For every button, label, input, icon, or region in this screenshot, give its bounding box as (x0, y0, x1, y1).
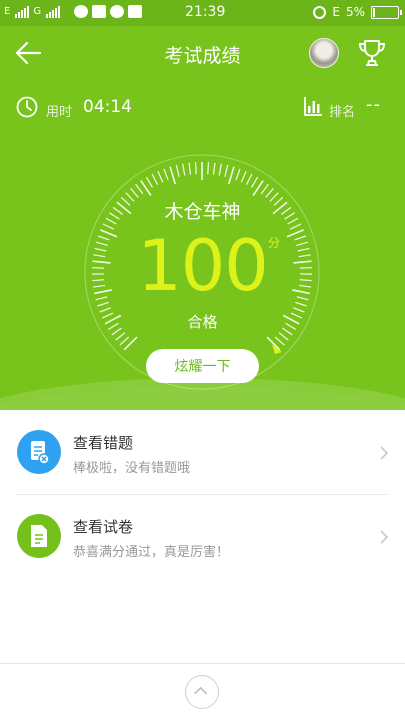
score-value: 100 (137, 225, 269, 307)
result-header: 考试成绩 用时 04:14 排名 -- 木仓车神 100 分 合格 炫耀一下 (0, 26, 405, 410)
dial-tick (218, 163, 222, 176)
dial-tick (227, 166, 235, 185)
chevron-right-icon (380, 446, 389, 460)
battery-percent: 5% (345, 5, 365, 19)
app-notification-icon (74, 5, 89, 18)
status-bar-left: E G (4, 5, 143, 18)
time-used-label: 用时 (46, 105, 73, 120)
dial-tick (119, 336, 130, 346)
dial-tick (182, 163, 186, 176)
list-item-title: 查看试卷 (73, 518, 134, 536)
paper-icon (17, 514, 61, 558)
page-title: 考试成绩 (164, 45, 241, 67)
list-item-subtitle: 恭喜满分通过，真是厉害！ (73, 545, 230, 560)
dial-tick (245, 173, 253, 185)
ranking-label: 排名 (329, 105, 356, 120)
list-item-wrong-questions[interactable]: 查看错题 棒极啦，没有错题哦 (0, 410, 405, 494)
dial-tick (224, 164, 229, 177)
wrong-questions-icon (17, 430, 61, 474)
network-type-1: E (4, 6, 11, 17)
dial-tick (169, 166, 177, 185)
dial-tick (157, 170, 164, 183)
avatar[interactable] (309, 38, 339, 68)
dial-tick (207, 162, 210, 175)
download-notification-icon (110, 5, 125, 18)
clock-icon (16, 96, 38, 118)
list-item-title: 查看错题 (73, 434, 134, 452)
sim-notification-icon (128, 5, 143, 18)
dial-tick (212, 162, 216, 175)
signal-icon (15, 5, 30, 18)
dial-tick (194, 162, 197, 175)
dial-tick (151, 173, 159, 185)
dial-tick (115, 332, 126, 341)
dial-tick (235, 168, 241, 181)
trophy-icon[interactable] (357, 38, 387, 68)
score-unit: 分 (268, 236, 281, 250)
chevron-right-icon (380, 530, 389, 544)
bottom-divider (0, 663, 405, 664)
score-pointer (272, 344, 282, 354)
ranking-chart-icon (304, 97, 322, 116)
status-time: 21:39 (185, 4, 226, 20)
status-bar: E G 21:39 E 5% (0, 0, 405, 26)
battery-icon (371, 5, 402, 19)
dial-tick (135, 183, 144, 195)
dial-tick (274, 336, 285, 346)
network-type-2: G (33, 6, 42, 17)
dial-tick (163, 168, 169, 181)
chevron-up-icon (194, 686, 207, 695)
network-type-right: E (332, 5, 340, 19)
list-item-view-paper[interactable]: 查看试卷 恭喜满分通过，真是厉害！ (0, 494, 405, 578)
signal-icon-2 (46, 5, 61, 18)
exam-result-screen: E G 21:39 E 5% 考试成绩 用时 04:14 排名 -- 木仓车神 … (0, 0, 405, 720)
dial-tick (175, 164, 180, 177)
dial-tick (278, 332, 289, 341)
dial-tick (145, 176, 153, 188)
dial-tick (251, 176, 259, 188)
ranking-value: -- (366, 94, 381, 115)
time-used-value: 04:14 (83, 97, 132, 117)
share-button[interactable]: 炫耀一下 (146, 349, 259, 383)
list-item-subtitle: 棒极啦，没有错题哦 (73, 461, 191, 476)
pass-status: 合格 (187, 313, 218, 331)
alarm-icon (313, 5, 327, 19)
dial-tick (240, 170, 247, 183)
dial-tick (188, 162, 192, 175)
message-notification-icon (92, 5, 107, 18)
status-bar-right: E 5% (313, 5, 402, 19)
rank-title: 木仓车神 (164, 201, 241, 223)
dial-tick (260, 183, 269, 195)
scroll-up-button[interactable] (185, 675, 219, 709)
